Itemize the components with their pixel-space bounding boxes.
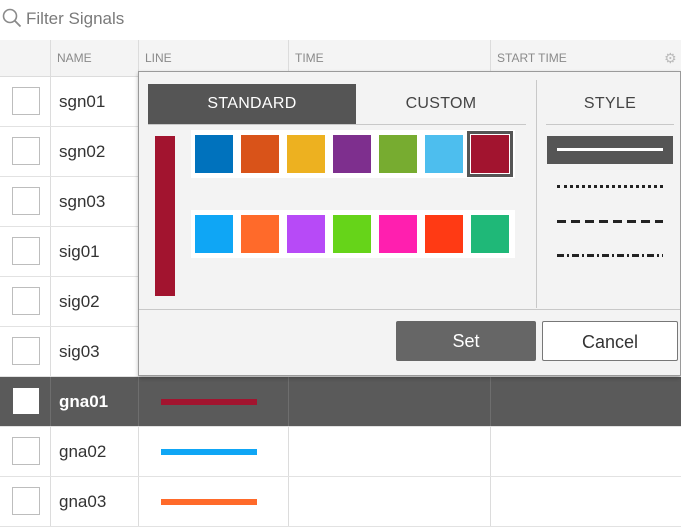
color-swatch[interactable] [333,215,371,253]
color-swatch[interactable] [425,135,463,173]
checkbox-cell [0,327,50,376]
signal-name: gna03 [50,477,138,526]
line-cell[interactable] [138,477,289,526]
column-header-name[interactable]: NAME [50,40,138,76]
color-swatch[interactable] [241,215,279,253]
signal-name: sig03 [50,327,138,376]
row-checkbox[interactable] [12,437,40,465]
checkbox-cell [0,177,50,226]
checkbox-cell [0,377,50,426]
color-swatch[interactable] [287,215,325,253]
row-checkbox[interactable] [12,237,40,265]
tab-custom[interactable]: CUSTOM [356,84,526,124]
set-button[interactable]: Set [396,321,536,361]
color-swatch[interactable] [471,215,509,253]
table-row-selected[interactable]: gna01 [0,377,681,427]
checkbox-cell [0,77,50,126]
signal-name: sig01 [50,227,138,276]
current-color-preview [155,136,175,296]
gear-icon[interactable]: ⚙ [664,50,677,67]
signal-name: sgn01 [50,77,138,126]
row-checkbox[interactable] [12,187,40,215]
row-checkbox[interactable] [12,137,40,165]
line-cell[interactable] [138,427,289,476]
search-icon [2,8,22,28]
line-style-dashed[interactable] [547,208,673,236]
time-cell [288,427,491,476]
color-swatch[interactable] [467,131,513,177]
line-style-solid[interactable] [547,136,673,164]
line-style-dashdot[interactable] [547,242,673,270]
line-color-swatch[interactable] [161,399,257,405]
color-swatch[interactable] [195,215,233,253]
dotted-line-sample [557,185,663,188]
row-checkbox[interactable] [12,337,40,365]
tab-style[interactable]: STYLE [546,84,674,125]
cancel-button[interactable]: Cancel [542,321,678,361]
checkbox-cell [0,277,50,326]
line-style-dotted[interactable] [547,172,673,200]
dashed-line-sample [557,220,663,223]
footer-divider [139,309,680,310]
time-cell [288,477,491,526]
color-swatch[interactable] [425,215,463,253]
signal-name: sig02 [50,277,138,326]
filter-bar [0,0,681,38]
line-properties-popup: STANDARD CUSTOM STYLE Set Cancel [138,71,681,376]
color-swatch[interactable] [379,215,417,253]
table-row[interactable]: gna02 [0,427,681,477]
color-swatch[interactable] [379,135,417,173]
start-time-cell [490,377,681,426]
color-swatch[interactable] [287,135,325,173]
tab-standard[interactable]: STANDARD [148,84,356,124]
checkbox-cell [0,127,50,176]
signal-name: gna01 [50,377,138,426]
start-time-cell [490,427,681,476]
row-checkbox[interactable] [12,487,40,515]
time-cell [288,377,491,426]
checkbox-cell [0,227,50,276]
signal-name: sgn03 [50,177,138,226]
row-checkbox[interactable] [12,87,40,115]
tab-underline [148,124,526,125]
line-cell[interactable] [138,377,289,426]
solid-line-sample [557,148,663,151]
row-checkbox[interactable] [12,287,40,315]
row-checkbox[interactable] [12,387,40,415]
filter-signals-input[interactable] [26,6,326,32]
color-swatch[interactable] [195,135,233,173]
line-color-swatch[interactable] [161,449,257,455]
start-time-cell [490,477,681,526]
signal-name: gna02 [50,427,138,476]
table-row[interactable]: gna03 [0,477,681,527]
line-color-swatch[interactable] [161,499,257,505]
checkbox-cell [0,427,50,476]
color-swatch[interactable] [241,135,279,173]
signal-name: sgn02 [50,127,138,176]
checkbox-cell [0,477,50,526]
color-swatch[interactable] [333,135,371,173]
dashdot-line-sample [557,254,663,257]
panel-divider [536,80,537,308]
